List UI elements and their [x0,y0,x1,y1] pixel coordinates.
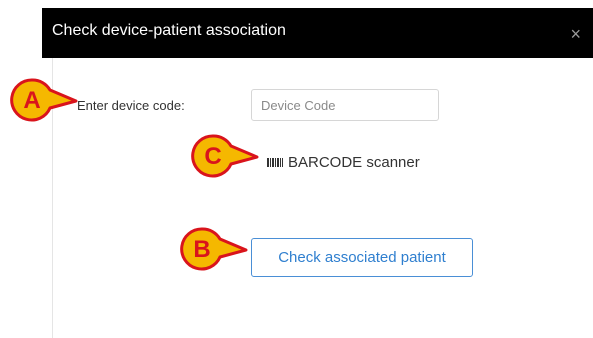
close-button[interactable]: × [570,25,581,43]
dialog-title: Check device-patient association [52,22,286,39]
dialog-body: Enter device code: BARCODE scanner Check… [52,58,593,338]
dialog-header: Check device-patient association × [42,8,593,58]
callout-c-letter: C [204,143,221,170]
callout-b-marker: B [180,227,248,271]
callout-a-letter: A [23,87,40,114]
scanner-label: BARCODE scanner [288,154,420,171]
barcode-icon [267,158,283,167]
device-code-label: Enter device code: [77,98,185,113]
device-patient-dialog: Check device-patient association × Enter… [42,8,593,338]
callout-b-letter: B [193,236,210,263]
check-associated-patient-button[interactable]: Check associated patient [251,238,473,277]
callout-a-marker: A [10,78,78,122]
device-code-input[interactable] [251,89,439,121]
callout-c-marker: C [191,134,259,178]
barcode-scanner-indicator: BARCODE scanner [267,154,420,171]
